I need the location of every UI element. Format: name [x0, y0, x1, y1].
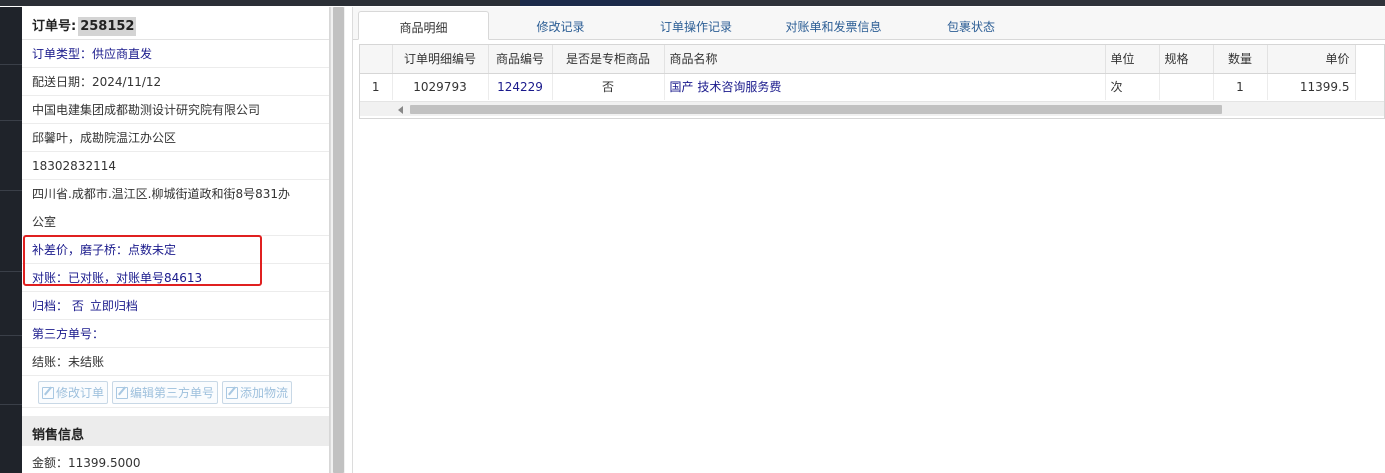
cell-product-name[interactable]: 国产 技术咨询服务费 [664, 73, 1106, 100]
splitter[interactable] [345, 7, 353, 473]
side-nav-divider [0, 271, 22, 272]
address-row: 四川省.成都市.温江区.柳城街道政和街8号831办 公室 [22, 180, 329, 236]
left-panel-scrollbar[interactable] [330, 7, 345, 473]
side-nav-divider [0, 120, 22, 121]
settlement-row: 结账：未结账 [22, 348, 329, 376]
reconcile-status: 对账：已对账，对账单号84613 [22, 264, 329, 292]
add-logistics-label: 添加物流 [240, 386, 289, 400]
delivery-date-row: 配送日期：2024/11/12 [22, 68, 329, 96]
col-header-detail-id[interactable]: 订单明细编号 [392, 45, 489, 74]
cell-index: 1 [360, 73, 393, 100]
tab-product-details[interactable]: 商品明细 [358, 11, 489, 40]
cell-quantity: 1 [1213, 73, 1268, 100]
edit-third-party-label: 编辑第三方单号 [130, 386, 215, 400]
col-header-spec[interactable]: 规格 [1159, 45, 1214, 74]
edit-icon [226, 386, 239, 399]
top-bar [0, 0, 1385, 7]
grid-scrollbar-thumb[interactable] [410, 105, 1222, 114]
edit-third-party-button[interactable]: 编辑第三方单号 [112, 381, 219, 404]
top-bar-segment [0, 0, 520, 6]
order-number-value: 258152 [78, 17, 137, 36]
scrollbar-thumb[interactable] [333, 7, 344, 473]
cell-unit-price: 11399.5 [1267, 73, 1356, 100]
grid-horizontal-scrollbar[interactable] [360, 101, 1384, 116]
detail-tabs: 商品明细 修改记录 订单操作记录 对账单和发票信息 包裹状态 [353, 7, 1385, 40]
col-header-counter-product[interactable]: 是否是专柜商品 [552, 45, 665, 74]
third-party-number-row: 第三方单号： [22, 320, 329, 348]
col-header-product-name[interactable]: 商品名称 [664, 45, 1106, 74]
side-nav-divider [0, 335, 22, 336]
table-header-row: 订单明细编号 商品编号 是否是专柜商品 商品名称 单位 规格 数量 单价 [360, 45, 1356, 74]
side-nav-strip [0, 7, 22, 473]
col-header-unit[interactable]: 单位 [1105, 45, 1160, 74]
tab-package-status[interactable]: 包裹状态 [931, 11, 1011, 40]
cell-spec [1159, 73, 1214, 100]
col-header-unit-price[interactable]: 单价 [1267, 45, 1356, 74]
price-diff-note: 补差价，磨子桥：点数未定 [22, 236, 329, 264]
cell-product-id[interactable]: 124229 [488, 73, 553, 100]
archive-row: 归档： 否立即归档 [22, 292, 329, 320]
amount-row: 金额：11399.5000 [32, 456, 141, 470]
address-line-2: 公室 [32, 215, 57, 229]
order-actions: 修改订单 编辑第三方单号 添加物流 [22, 376, 329, 408]
cell-unit: 次 [1105, 73, 1160, 100]
order-type-row: 订单类型：供应商直发 [22, 40, 329, 68]
tab-statement-invoice[interactable]: 对账单和发票信息 [771, 11, 896, 40]
contact-row: 邱馨叶，成勘院温江办公区 [22, 124, 329, 152]
tab-order-operation-log[interactable]: 订单操作记录 [643, 11, 749, 40]
phone-row: 18302832114 [22, 152, 329, 180]
edit-order-button[interactable]: 修改订单 [38, 381, 109, 404]
edit-icon [116, 386, 129, 399]
company-name-row: 中国电建集团成都勘测设计研究院有限公司 [22, 96, 329, 124]
side-nav-divider [0, 404, 22, 405]
top-bar-segment [660, 0, 1385, 6]
address-line-1: 四川省.成都市.温江区.柳城街道政和街8号831办 [32, 187, 290, 201]
edit-icon [42, 386, 54, 399]
add-logistics-button[interactable]: 添加物流 [222, 381, 293, 404]
side-nav-divider [0, 190, 22, 191]
edit-order-label: 修改订单 [56, 386, 105, 400]
cell-counter-product: 否 [552, 73, 665, 100]
archive-now-link[interactable]: 立即归档 [90, 299, 138, 313]
scroll-left-icon[interactable] [398, 106, 403, 114]
cell-detail-id: 1029793 [392, 73, 489, 100]
sales-section-title: 销售信息 [22, 416, 329, 446]
archive-label: 归档： 否 [32, 299, 84, 313]
col-header-quantity[interactable]: 数量 [1213, 45, 1268, 74]
col-header-index [360, 45, 393, 74]
col-header-product-id[interactable]: 商品编号 [488, 45, 553, 74]
tab-change-log[interactable]: 修改记录 [513, 11, 608, 40]
side-nav-divider [0, 64, 22, 65]
order-number-header: 订单号: 258152 [22, 7, 329, 40]
product-table: 订单明细编号 商品编号 是否是专柜商品 商品名称 单位 规格 数量 单价 1 1… [360, 45, 1356, 100]
order-info-panel: 订单号: 258152 订单类型：供应商直发 配送日期：2024/11/12 中国… [22, 7, 330, 473]
order-number-label: 订单号: [32, 19, 77, 34]
top-bar-segment-active [520, 0, 660, 6]
product-detail-grid: 订单明细编号 商品编号 是否是专柜商品 商品名称 单位 规格 数量 单价 1 1… [359, 44, 1385, 119]
table-row[interactable]: 1 1029793 124229 否 国产 技术咨询服务费 次 1 11399.… [360, 73, 1356, 100]
